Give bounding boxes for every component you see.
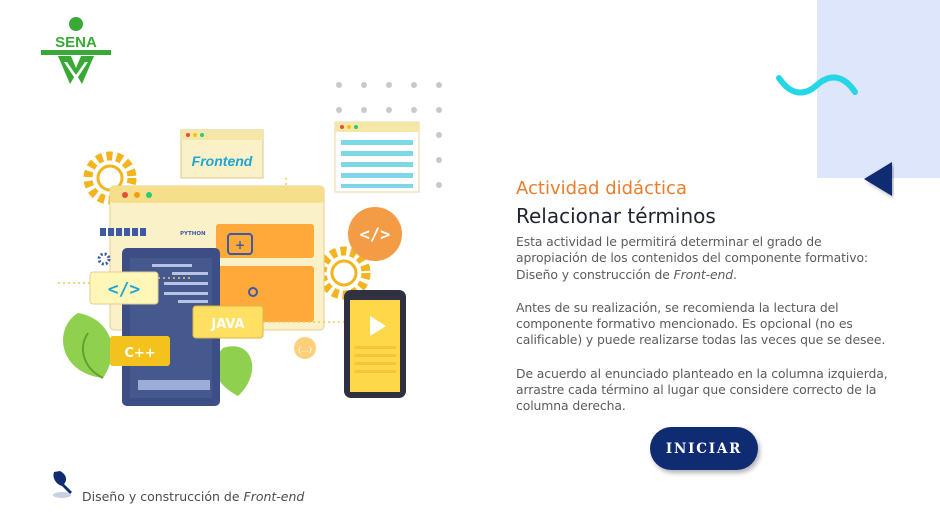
description-period: . bbox=[733, 266, 737, 282]
activity-description: Esta actividad le permitirá determinar e… bbox=[516, 234, 896, 283]
brackets-symbol: {...} bbox=[297, 346, 313, 354]
footer-text: Diseño y construcción de bbox=[82, 489, 244, 504]
footer-emphasis: Front-end bbox=[243, 489, 305, 504]
code-badge-symbol: </> bbox=[108, 279, 141, 300]
plus-symbol: + bbox=[235, 238, 245, 252]
cpp-badge: C++ bbox=[124, 346, 155, 361]
logo-text: SENA bbox=[55, 34, 97, 51]
python-label: PYTHON bbox=[180, 231, 206, 237]
activity-recommendation: Antes de su realización, se recomienda l… bbox=[516, 299, 886, 348]
frontend-label: Frontend bbox=[192, 153, 253, 169]
activity-content: Actividad didáctica Relacionar términos … bbox=[516, 178, 896, 415]
code-circle-symbol: </> bbox=[360, 225, 391, 245]
activity-subtitle: Actividad didáctica bbox=[516, 178, 687, 199]
pushpin-icon bbox=[53, 471, 72, 498]
frontend-illustration: Frontend PYTHON + </> </> JAVA C++ {...} bbox=[58, 82, 442, 406]
sena-logo: SENA bbox=[41, 17, 111, 84]
java-badge: JAVA bbox=[210, 317, 244, 332]
start-button[interactable]: INICIAR bbox=[650, 427, 758, 470]
activity-instructions: De acuerdo al enunciado planteado en la … bbox=[516, 365, 888, 414]
activity-title: Relacionar términos bbox=[516, 204, 716, 228]
wave-decoration bbox=[776, 74, 858, 96]
footer-course-title: Diseño y construcción de Front-end bbox=[82, 489, 304, 504]
description-emphasis: Front-end bbox=[673, 266, 734, 282]
